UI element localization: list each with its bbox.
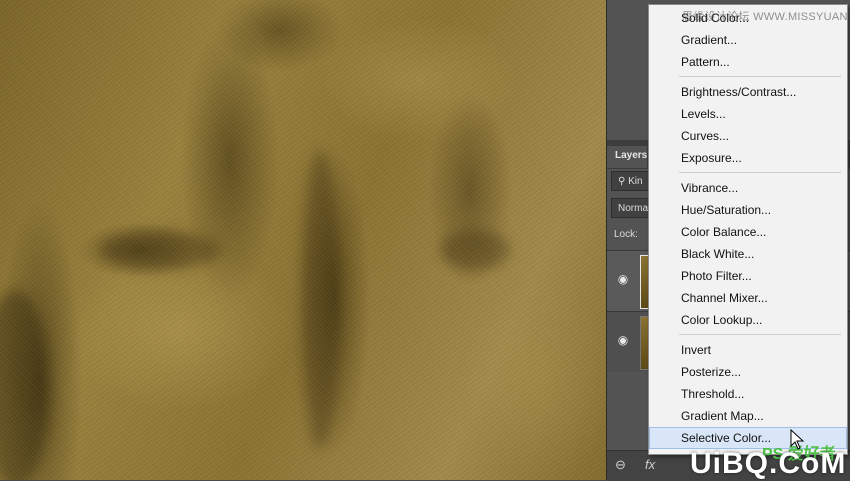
menu-item[interactable]: Posterize...	[649, 361, 847, 383]
menu-item[interactable]: Color Lookup...	[649, 309, 847, 331]
menu-separator	[679, 334, 841, 335]
menu-item[interactable]: Black White...	[649, 243, 847, 265]
menu-item[interactable]: Threshold...	[649, 383, 847, 405]
watermark-text-top: 思缘设计论坛 WWW.MISSYUAN.COM	[682, 11, 850, 23]
document-canvas[interactable]	[0, 0, 606, 480]
menu-item[interactable]: Gradient Map...	[649, 405, 847, 427]
adjustment-layer-menu: Solid Color... Gradient... Pattern... Brigh…	[648, 4, 848, 455]
menu-separator	[679, 172, 841, 173]
menu-item[interactable]: Channel Mixer...	[649, 287, 847, 309]
menu-item[interactable]: Levels...	[649, 103, 847, 125]
menu-item[interactable]: Color Balance...	[649, 221, 847, 243]
menu-item[interactable]: Curves...	[649, 125, 847, 147]
fabric-texture	[0, 0, 606, 480]
mouse-cursor-icon	[790, 429, 805, 450]
fx-button[interactable]: fx	[645, 457, 655, 472]
menu-item[interactable]: Pattern...	[649, 51, 847, 73]
menu-item[interactable]: Exposure...	[649, 147, 847, 169]
eye-icon[interactable]: ◉	[615, 332, 631, 348]
kind-filter-label: Kin	[628, 176, 643, 187]
lock-label: Lock:	[614, 229, 638, 240]
menu-item[interactable]: Photo Filter...	[649, 265, 847, 287]
menu-item[interactable]: Gradient...	[649, 29, 847, 51]
menu-item[interactable]: Vibrance...	[649, 177, 847, 199]
menu-item[interactable]: Brightness/Contrast...	[649, 81, 847, 103]
eye-icon[interactable]: ◉	[615, 271, 631, 287]
watermark-text-bottom: UiBQ.CoM	[690, 447, 847, 480]
menu-item[interactable]: Hue/Saturation...	[649, 199, 847, 221]
menu-item[interactable]: Invert	[649, 339, 847, 361]
menu-separator	[679, 76, 841, 77]
link-layers-icon[interactable]: ⊖	[615, 457, 626, 473]
layers-tab[interactable]: Layers	[607, 146, 647, 168]
search-icon: ⚲	[618, 176, 629, 187]
